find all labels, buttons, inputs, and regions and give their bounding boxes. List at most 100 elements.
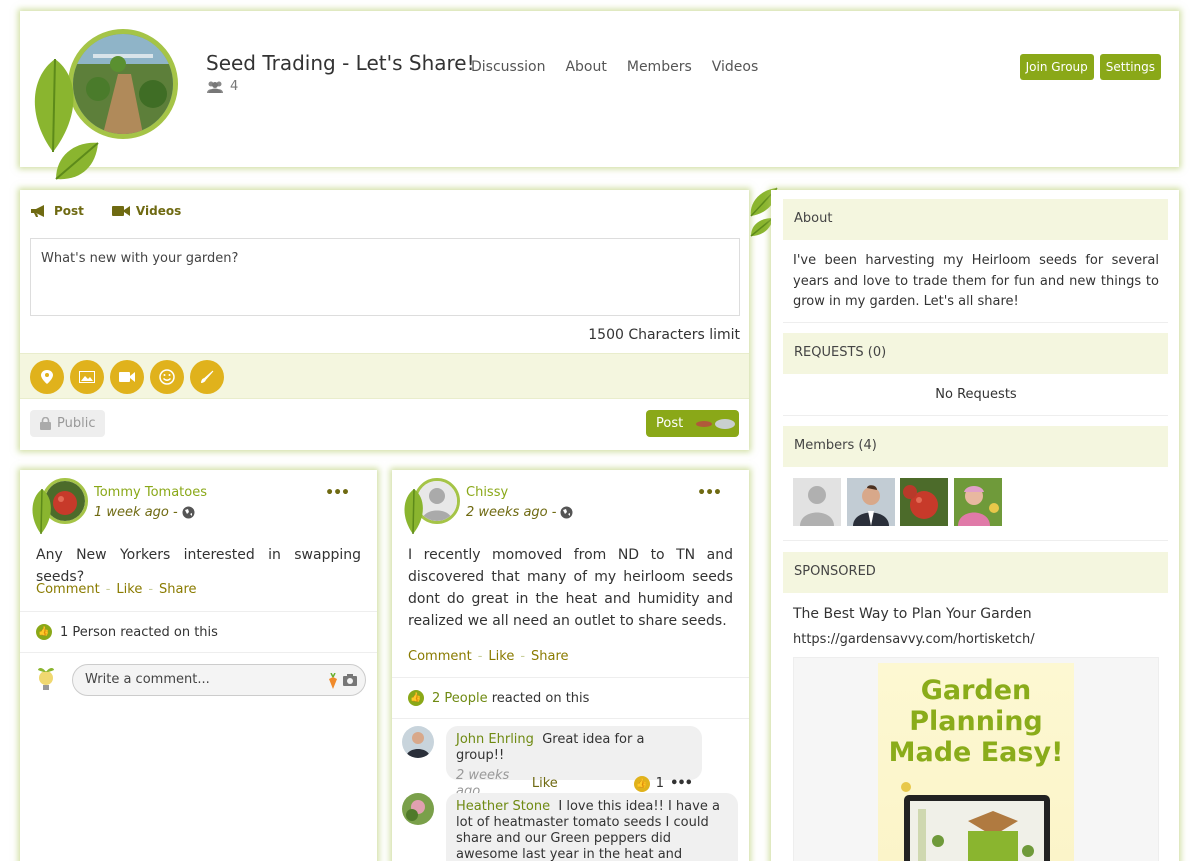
privacy-label: Public xyxy=(57,416,96,431)
join-group-button[interactable]: Join Group xyxy=(1019,54,1094,80)
post-actions: Comment - Like - Share xyxy=(36,582,197,597)
share-link[interactable]: Share xyxy=(159,582,197,597)
post-button-label: Post xyxy=(656,416,684,431)
video-icon[interactable] xyxy=(110,360,144,394)
share-link[interactable]: Share xyxy=(531,649,569,664)
group-header: Seed Trading - Let's Share! 4 Discussion… xyxy=(20,11,1179,180)
separator: - xyxy=(477,649,483,664)
tab-discussion[interactable]: Discussion xyxy=(471,59,545,75)
separator: - xyxy=(520,649,526,664)
tab-post[interactable]: Post xyxy=(30,204,84,218)
tab-videos-composer[interactable]: Videos xyxy=(111,204,182,218)
comment-link[interactable]: Comment xyxy=(36,582,100,597)
location-icon[interactable] xyxy=(30,360,64,394)
seed-shovel-icon xyxy=(696,418,736,429)
like-link[interactable]: Like xyxy=(488,649,514,664)
settings-button[interactable]: Settings xyxy=(1099,54,1161,80)
tab-post-label: Post xyxy=(54,204,84,218)
post-card: Tommy Tomatoes 1 week ago - ••• Any New … xyxy=(20,470,377,861)
commenter-name[interactable]: Heather Stone xyxy=(456,799,550,814)
ad-title[interactable]: The Best Way to Plan Your Garden xyxy=(793,604,1159,625)
post-textarea[interactable]: What's new with your garden? xyxy=(30,238,740,316)
composer-toolbar xyxy=(20,353,749,399)
users-icon xyxy=(207,81,223,93)
lightbulb-sprout-icon xyxy=(38,668,54,690)
post-time: 1 week ago - xyxy=(94,505,195,520)
brush-icon[interactable] xyxy=(190,360,224,394)
author-avatar[interactable] xyxy=(32,478,88,535)
member-count-value: 4 xyxy=(230,79,239,94)
lock-icon xyxy=(40,417,51,430)
comment-placeholder: Write a comment... xyxy=(85,672,210,687)
leaf-decoration-icon xyxy=(32,488,51,535)
member-avatar[interactable] xyxy=(954,478,1002,526)
commenter-avatar[interactable] xyxy=(402,793,434,825)
divider xyxy=(783,540,1168,541)
ad-banner-text: Garden Planning Made Easy! xyxy=(878,675,1074,768)
post-time-text: 2 weeks ago - xyxy=(466,505,557,520)
group-title: Seed Trading - Let's Share! xyxy=(206,51,475,75)
tab-videos-label: Videos xyxy=(135,204,182,218)
ad-url[interactable]: https://gardensavvy.com/hortisketch/ xyxy=(793,630,1159,651)
reaction-summary[interactable]: 👍 1 Person reacted on this xyxy=(20,611,377,653)
comment-bubble: John Ehrling Great idea for a group!! 2 … xyxy=(446,726,702,799)
divider xyxy=(783,322,1168,323)
reaction-suffix: reacted on this xyxy=(120,624,218,640)
author-name[interactable]: Tommy Tomatoes xyxy=(94,485,207,500)
about-text: I've been harvesting my Heirloom seeds f… xyxy=(793,253,1159,309)
comment-composer: Write a comment... xyxy=(36,660,366,700)
comment-input[interactable]: Write a comment... xyxy=(72,664,366,696)
post-actions: Comment - Like - Share xyxy=(408,649,569,664)
sponsored-heading: SPONSORED xyxy=(783,552,1168,593)
comment-like-count: 1 xyxy=(655,776,665,791)
author-avatar[interactable] xyxy=(404,478,460,535)
thumbs-up-icon: 👍 xyxy=(36,624,52,640)
ad-banner-line: Made Easy! xyxy=(888,737,1064,768)
comment-bubble: Heather Stone I love this idea!! I have … xyxy=(446,793,738,861)
requests-heading: REQUESTS (0) xyxy=(783,333,1168,374)
composer-tabs: Post Videos xyxy=(30,204,181,218)
ad-image[interactable]: Garden Planning Made Easy! xyxy=(793,657,1159,861)
ad-banner-line: Garden xyxy=(920,675,1032,706)
reaction-summary[interactable]: 👍 2 People reacted on this xyxy=(392,677,749,719)
member-avatar[interactable] xyxy=(847,478,895,526)
globe-icon xyxy=(182,506,195,519)
commenter-avatar[interactable] xyxy=(402,726,434,758)
group-avatar xyxy=(28,29,183,184)
comment-like-link[interactable]: Like xyxy=(532,776,558,792)
like-count-icon: 👍 xyxy=(633,776,650,792)
carrot-icon[interactable] xyxy=(327,673,339,689)
reaction-count: 1 Person xyxy=(60,624,117,640)
megaphone-icon xyxy=(31,205,44,217)
image-icon[interactable] xyxy=(70,360,104,394)
privacy-selector[interactable]: Public xyxy=(30,410,106,437)
post-time-text: 1 week ago - xyxy=(94,505,178,520)
member-count: 4 xyxy=(206,79,238,94)
camera-icon[interactable] xyxy=(343,674,357,686)
ad-banner-line: Planning xyxy=(909,706,1043,737)
thumbs-up-icon: 👍 xyxy=(408,690,424,706)
post-button[interactable]: Post xyxy=(646,410,739,437)
tab-about[interactable]: About xyxy=(565,59,606,75)
members-heading[interactable]: Members (4) xyxy=(783,426,1168,467)
tab-videos[interactable]: Videos xyxy=(712,59,759,75)
commenter-name[interactable]: John Ehrling xyxy=(456,732,534,747)
post-options-icon[interactable]: ••• xyxy=(325,485,350,501)
group-sidebar: About I've been harvesting my Heirloom s… xyxy=(771,190,1179,861)
member-avatar[interactable] xyxy=(900,478,948,526)
globe-icon xyxy=(560,506,573,519)
author-name[interactable]: Chissy xyxy=(466,485,508,500)
member-avatar[interactable] xyxy=(793,478,841,526)
post-time: 2 weeks ago - xyxy=(466,505,573,520)
emoji-icon[interactable] xyxy=(150,360,184,394)
comment-link[interactable]: Comment xyxy=(408,649,472,664)
about-heading: About xyxy=(783,199,1168,240)
video-camera-icon xyxy=(111,206,130,216)
tab-members[interactable]: Members xyxy=(627,59,692,75)
comment-options-icon[interactable]: ••• xyxy=(670,776,693,792)
post-card: Chissy 2 weeks ago - ••• I recently momo… xyxy=(392,470,749,861)
tablet-garden-plan-icon xyxy=(901,782,1050,861)
post-options-icon[interactable]: ••• xyxy=(697,485,722,501)
reaction-count: 2 People xyxy=(432,690,488,706)
like-link[interactable]: Like xyxy=(116,582,142,597)
